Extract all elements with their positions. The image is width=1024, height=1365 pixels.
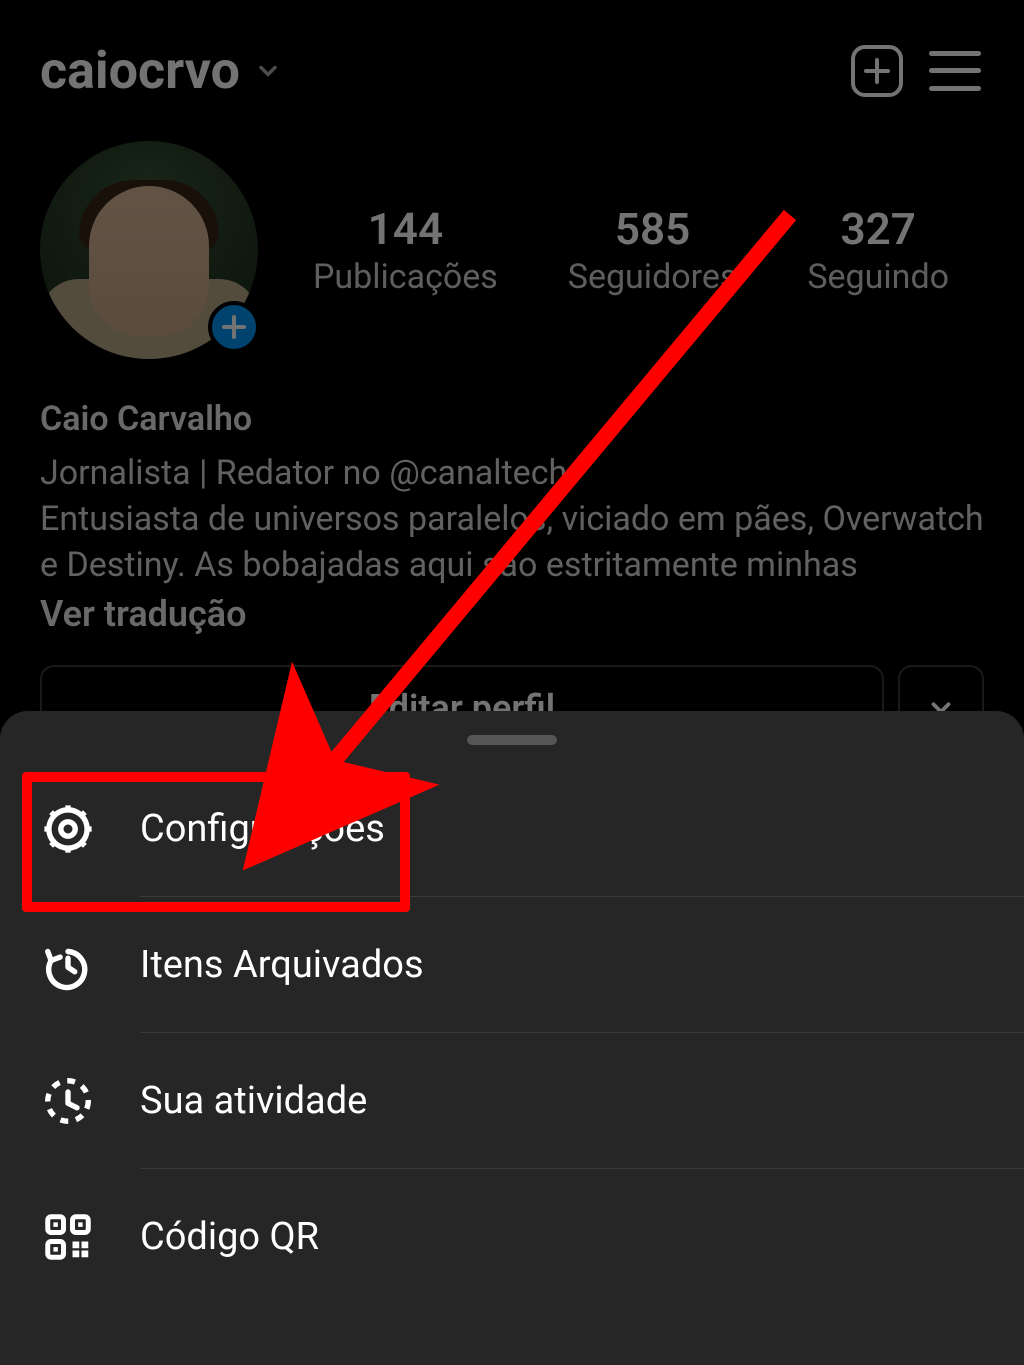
stat-followers-label: Seguidores [568,257,738,297]
hamburger-icon [929,51,981,91]
menu-item-activity[interactable]: Sua atividade [0,1033,1024,1169]
stat-posts[interactable]: 144 Publicações [313,203,498,297]
username-switcher[interactable]: caiocrvo [40,40,282,101]
display-name: Caio Carvalho [40,399,984,439]
qr-icon [40,1209,96,1265]
options-bottom-sheet: Configurações Itens Arquivados Sua ativi… [0,711,1024,1365]
menu-item-settings[interactable]: Configurações [0,761,1024,897]
sheet-grabber[interactable] [467,735,557,745]
username-text: caiocrvo [40,40,240,101]
stat-followers-count: 585 [568,203,738,255]
profile-stats-row: 144 Publicações 585 Seguidores 327 Segui… [0,121,1024,379]
menu-item-archive[interactable]: Itens Arquivados [0,897,1024,1033]
menu-item-qr[interactable]: Código QR [0,1169,1024,1305]
gear-icon [40,801,96,857]
stat-posts-count: 144 [313,203,498,255]
menu-item-qr-label: Código QR [140,1215,319,1259]
bio-line-1: Jornalista | Redator no @canaltech [40,451,984,497]
stat-followers[interactable]: 585 Seguidores [568,203,738,297]
stat-following-label: Seguindo [807,257,949,297]
menu-button[interactable] [926,42,984,100]
menu-item-activity-label: Sua atividade [140,1079,367,1123]
activity-icon [40,1073,96,1129]
stat-posts-label: Publicações [313,257,498,297]
create-post-button[interactable] [848,42,906,100]
add-story-badge[interactable] [208,301,260,353]
profile-header: caiocrvo [0,0,1024,121]
profile-bio: Caio Carvalho Jornalista | Redator no @c… [0,379,1024,635]
stat-following-count: 327 [807,203,949,255]
chevron-down-icon [254,57,282,85]
bio-line-2: Entusiasta de universos paralelos, vicia… [40,497,984,589]
stat-following[interactable]: 327 Seguindo [807,203,949,297]
menu-item-settings-label: Configurações [140,807,385,851]
avatar-container[interactable] [40,141,258,359]
see-translation-link[interactable]: Ver tradução [40,593,984,635]
menu-item-archive-label: Itens Arquivados [140,943,424,987]
archive-icon [40,937,96,993]
stats-group: 144 Publicações 585 Seguidores 327 Segui… [278,203,984,297]
plus-square-icon [851,45,903,97]
